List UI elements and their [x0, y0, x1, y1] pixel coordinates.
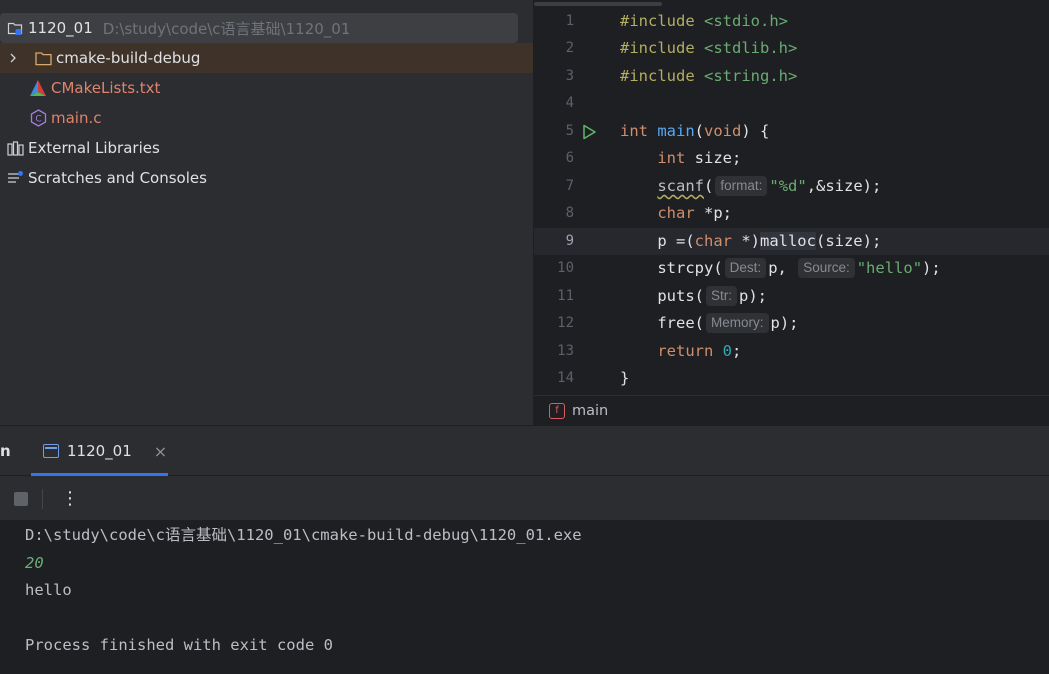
console-icon — [43, 444, 59, 458]
line-number: 4 — [565, 95, 574, 111]
tree-item-label: cmake-build-debug — [56, 49, 201, 67]
chevron-right-icon[interactable] — [4, 49, 22, 67]
run-gutter-icon[interactable] — [581, 124, 597, 140]
code-line-12: free(Memory: p); — [657, 313, 799, 333]
line-number: 6 — [565, 150, 574, 166]
tool-window-title: n — [0, 442, 11, 460]
project-root-name: 1120_01 — [28, 19, 93, 37]
code-line-8: char *p; — [657, 204, 732, 222]
more-options-icon[interactable]: ⋮ — [61, 489, 79, 508]
code-line-7: scanf(format: "%d",&size); — [657, 176, 882, 196]
run-tool-window: n 1120_01 × ⋮ D:\study\code\c语言基础\1120_0… — [0, 426, 1049, 674]
c-file-icon: C — [29, 109, 47, 127]
param-hint: format: — [715, 176, 768, 196]
module-folder-icon — [6, 19, 24, 37]
scanf-call: scanf — [657, 177, 704, 195]
close-icon[interactable]: × — [154, 442, 167, 461]
active-tab-indicator — [31, 473, 168, 476]
malloc-call: malloc — [759, 232, 816, 250]
line-number: 3 — [565, 68, 574, 84]
stop-button[interactable] — [14, 491, 28, 506]
code-line-9: p =(char *)malloc(size); — [657, 232, 882, 250]
tree-item-label: Scratches and Consoles — [28, 169, 207, 187]
console-line: hello — [25, 581, 72, 599]
tree-item-cmake-build-debug[interactable]: cmake-build-debug — [0, 43, 533, 73]
code-line-14: } — [620, 369, 630, 387]
line-number: 10 — [557, 260, 574, 276]
code-line-1: #include <stdio.h> — [620, 12, 788, 30]
tree-item-label: CMakeLists.txt — [51, 79, 161, 97]
line-number-gutter[interactable]: 1 2 3 4 5 6 7 8 9 10 11 12 13 14 — [534, 0, 616, 395]
project-root-row[interactable]: 1120_01 D:\study\code\c语言基础\1120_01 — [0, 13, 518, 43]
tree-item-main-c[interactable]: C main.c — [0, 103, 102, 133]
console-line: D:\study\code\c语言基础\1120_01\cmake-build-… — [25, 526, 582, 544]
param-hint: Dest: — [724, 258, 767, 278]
toolbar-separator — [42, 488, 43, 509]
breadcrumb[interactable]: f main — [534, 395, 1049, 425]
tree-item-cmakelists[interactable]: CMakeLists.txt — [0, 73, 160, 103]
tree-item-external-libraries[interactable]: External Libraries — [0, 133, 160, 163]
tree-item-scratches[interactable]: Scratches and Consoles — [0, 163, 207, 193]
code-editor[interactable]: 1 2 3 4 5 6 7 8 9 10 11 12 13 14 #includ… — [534, 0, 1049, 425]
code-line-5: int main(void) { — [620, 122, 770, 140]
code-line-13: return 0; — [657, 342, 742, 360]
tab-run-config[interactable]: 1120_01 × — [31, 426, 168, 476]
code-line-11: puts(Str: p); — [657, 286, 768, 306]
line-number: 1 — [565, 13, 574, 29]
tree-item-label: main.c — [51, 109, 102, 127]
run-toolbar: ⋮ — [0, 477, 1049, 520]
code-line-6: int size; — [657, 149, 742, 167]
scratches-icon — [6, 169, 24, 187]
param-hint: Str: — [706, 286, 738, 306]
tab-label: 1120_01 — [67, 442, 132, 460]
breadcrumb-item[interactable]: main — [572, 403, 608, 419]
run-header: n 1120_01 × — [0, 426, 1049, 476]
param-hint: Memory: — [706, 313, 769, 333]
function-icon: f — [549, 402, 565, 419]
line-number: 12 — [557, 315, 574, 331]
line-number: 7 — [565, 178, 574, 194]
console-output[interactable]: D:\study\code\c语言基础\1120_01\cmake-build-… — [0, 520, 1049, 674]
code-line-2: #include <stdlib.h> — [620, 39, 798, 57]
project-root-path: D:\study\code\c语言基础\1120_01 — [102, 19, 351, 38]
svg-text:C: C — [35, 115, 41, 125]
line-number: 9 — [565, 233, 574, 249]
folder-icon — [34, 49, 52, 67]
console-input-line: 20 — [25, 554, 44, 572]
code-area[interactable]: #include <stdio.h> #include <stdlib.h> #… — [620, 0, 1049, 395]
project-tool-window: 1120_01 D:\study\code\c语言基础\1120_01 cmak… — [0, 0, 533, 425]
code-line-10: strcpy(Dest: p, Source: "hello"); — [657, 258, 941, 278]
libraries-icon — [6, 139, 24, 157]
line-number: 11 — [557, 288, 574, 304]
param-hint: Source: — [798, 258, 855, 278]
cmake-icon — [29, 79, 47, 97]
console-line: Process finished with exit code 0 — [25, 636, 333, 654]
code-line-3: #include <string.h> — [620, 67, 798, 85]
tree-item-label: External Libraries — [28, 139, 160, 157]
line-number: 8 — [565, 205, 574, 221]
line-number: 5 — [565, 123, 574, 139]
line-number: 13 — [557, 343, 574, 359]
line-number: 2 — [565, 40, 574, 56]
line-number: 14 — [557, 370, 574, 386]
